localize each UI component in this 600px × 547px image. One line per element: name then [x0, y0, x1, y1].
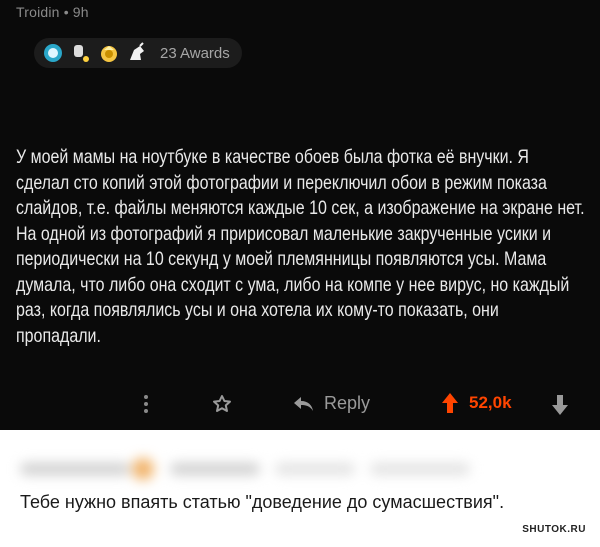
separator-dot: •: [63, 4, 69, 20]
give-award-icon[interactable]: [212, 394, 232, 419]
gold-award-icon: [98, 42, 120, 64]
downvote-arrow-icon[interactable]: [551, 394, 569, 421]
reply-comment: Тебе нужно впаять статью "доведение до с…: [0, 430, 600, 547]
post-body-text: У моей мамы на ноутбуке в качестве обоев…: [16, 146, 589, 347]
more-options-icon[interactable]: [143, 394, 149, 419]
site-watermark: SHUTOK.RU: [522, 524, 586, 535]
post-actions: Reply 52,0k: [0, 388, 600, 420]
unicorn-award-icon: [126, 42, 148, 64]
blurred-reply-header: [20, 458, 480, 480]
author-name[interactable]: Troidin: [16, 4, 60, 20]
upvote-arrow-icon[interactable]: [441, 392, 459, 414]
awards-bar[interactable]: 23 Awards: [34, 38, 242, 68]
awards-count: 23 Awards: [160, 44, 230, 62]
wholesome-award-icon: [70, 42, 92, 64]
reply-arrow-icon: [294, 396, 313, 411]
reply-label: Reply: [324, 393, 371, 413]
vote-score: 52,0k: [469, 393, 512, 412]
reply-text: Тебе нужно впаять статью "доведение до с…: [20, 492, 505, 512]
post-time: 9h: [72, 4, 89, 20]
post-meta: Troidin • 9h: [16, 4, 89, 20]
helpful-award-icon: [42, 42, 64, 64]
post-card: Troidin • 9h 23 Awards У моей мамы на но…: [0, 0, 600, 430]
reply-button[interactable]: Reply: [292, 393, 370, 414]
vote-group: 52,0k: [441, 392, 512, 414]
post-body: У моей мамы на ноутбуке в качестве обоев…: [16, 94, 585, 400]
